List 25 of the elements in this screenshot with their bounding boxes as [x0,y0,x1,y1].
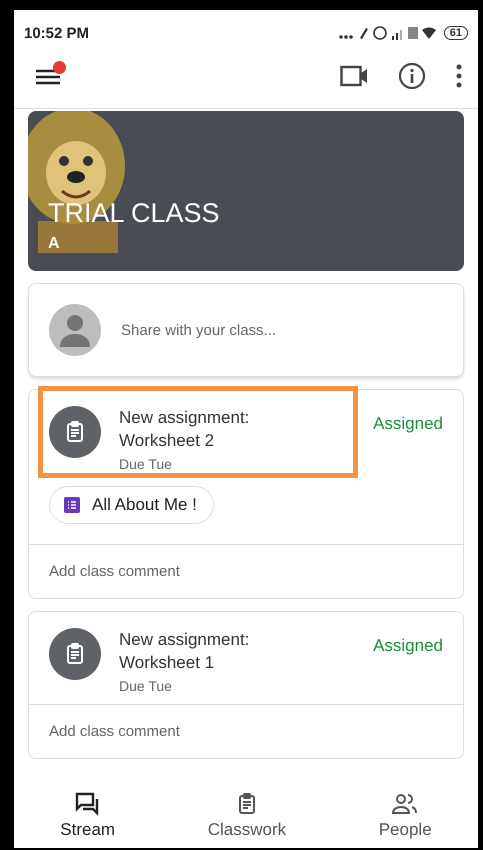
battery-level: 61 [444,26,468,40]
info-icon[interactable] [398,62,426,90]
assignment-title: New assignment: Worksheet 2 [119,407,250,452]
more-options-icon[interactable] [456,64,462,88]
assignment-card[interactable]: New assignment: Worksheet 1 Due Tue Assigned Add class comment [28,611,464,759]
nav-tab[interactable]: Classwork [202,791,292,841]
attachment-chip[interactable]: All About Me ! [49,486,214,524]
class-comment-link[interactable]: Add class comment [29,704,463,758]
people-icon [391,792,420,816]
class-comment-link[interactable]: Add class comment [29,544,463,598]
due-date: Due Tue [119,456,173,472]
video-camera-icon[interactable] [340,65,368,87]
status-time: 10:52 PM [24,24,90,42]
assignment-status: Assigned [373,414,443,434]
due-date: Due Tue [119,678,173,694]
chat-bubbles-icon [74,792,101,816]
assignment-title: New assignment: Worksheet 1 [119,629,250,674]
avatar-icon [49,304,101,356]
class-title: TRIAL CLASS [48,198,221,229]
class-section: A [48,235,464,253]
assignment-status: Assigned [373,636,443,656]
assignment-card[interactable]: New assignment: Worksheet 2 Due Tue Assigned All About Me ! Add class comment [28,389,464,599]
nav-tab[interactable]: People [372,791,438,841]
form-icon [64,497,80,513]
nav-tab[interactable]: Stream [54,791,122,841]
